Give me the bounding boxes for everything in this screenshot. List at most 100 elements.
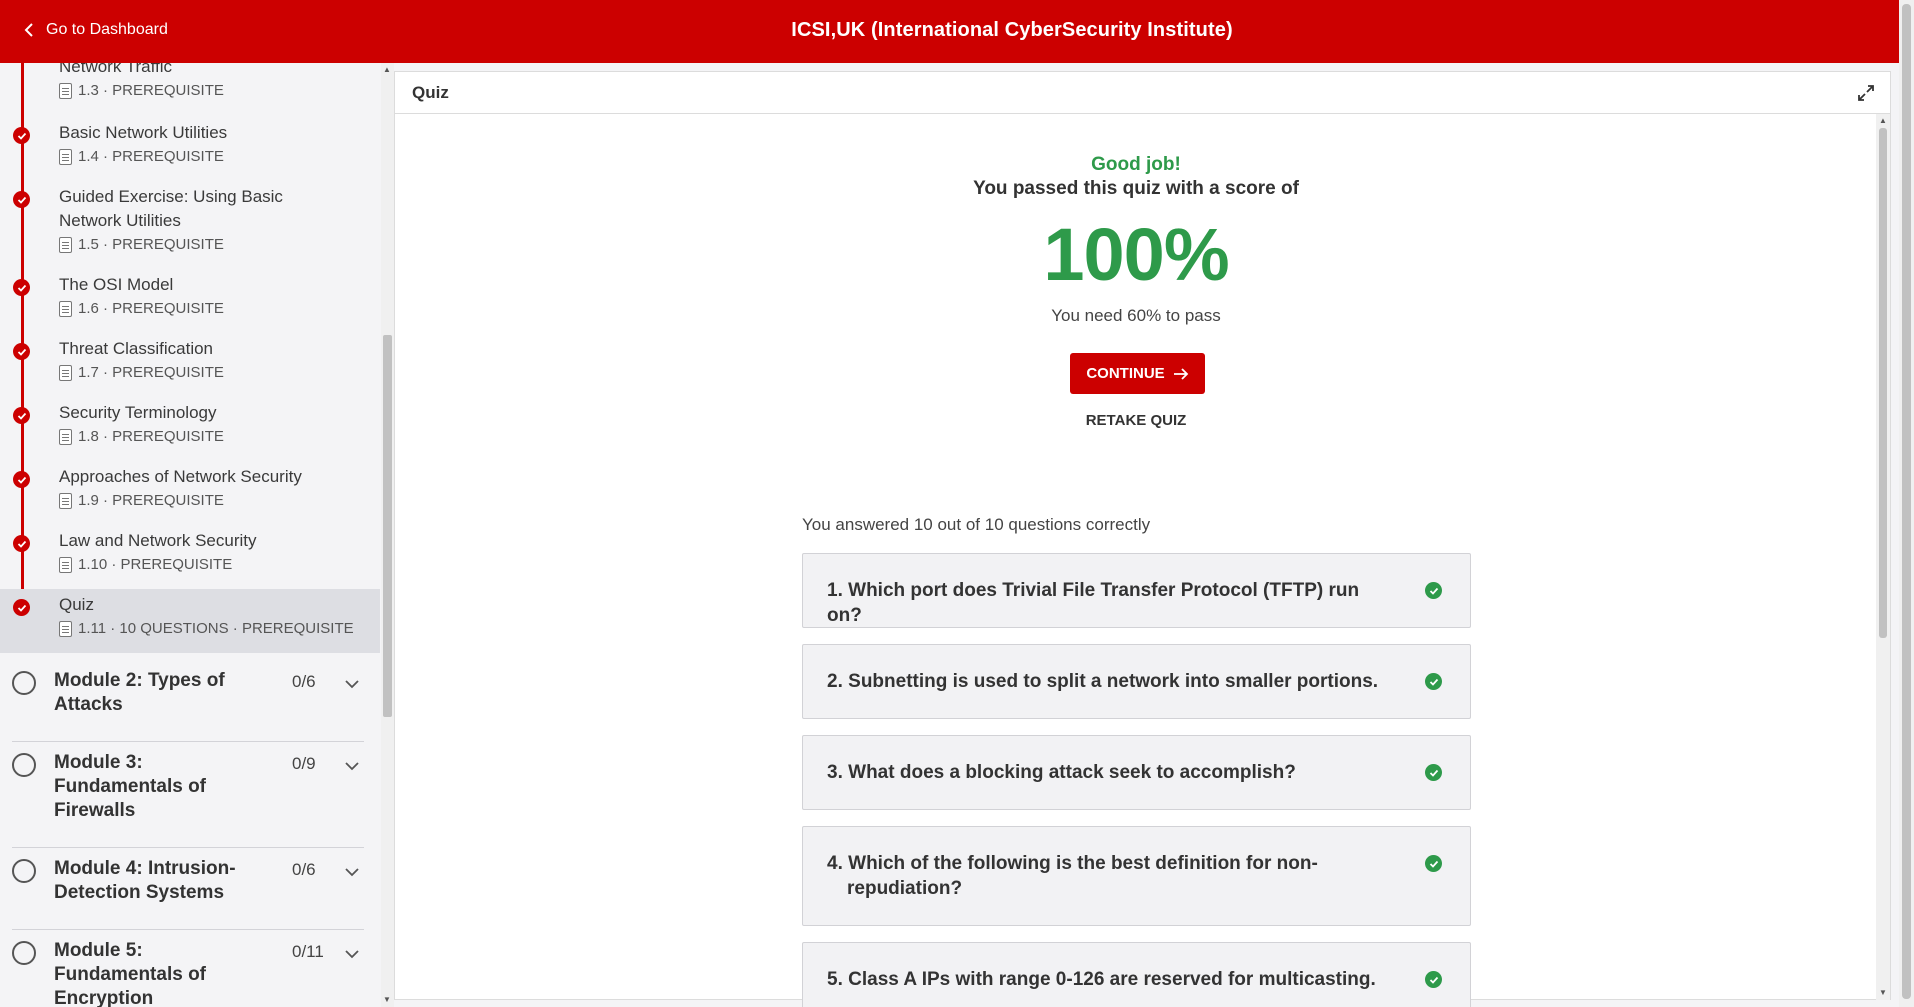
chevron-down-icon[interactable] (345, 679, 359, 689)
correct-check-icon (1425, 855, 1442, 872)
completed-check-icon (13, 191, 30, 208)
question-label: Class A IPs with range 0-126 are reserve… (848, 969, 1376, 990)
question-number: 3. (827, 762, 843, 783)
arrow-right-icon (1173, 367, 1188, 380)
document-icon (59, 428, 72, 445)
module-title: Module 5: Fundamentals of Encryption (54, 940, 207, 1007)
lesson-title: The OSI Model (59, 275, 174, 294)
passed-text: You passed this quiz with a score of (973, 178, 1299, 199)
lesson-item[interactable]: Threat Classification 1.7 · PREREQUISITE (0, 337, 380, 397)
document-icon (59, 492, 72, 509)
question-text: 5. Class A IPs with range 0-126 are rese… (827, 967, 1387, 992)
module-item[interactable]: Module 3: Fundamentals of Firewalls 0/9 (0, 749, 364, 833)
question-label: Which port does Trivial File Transfer Pr… (827, 580, 1360, 626)
lesson-item-quiz-active[interactable]: Quiz 1.11 · 10 QUESTIONS · PREREQUISITE (0, 589, 380, 653)
lesson-meta-text: 1.4 · PREREQUISITE (78, 148, 224, 165)
question-card[interactable]: 1. Which port does Trivial File Transfer… (802, 553, 1471, 628)
good-job-text: Good job! (1091, 154, 1181, 175)
module-item[interactable]: Module 5: Fundamentals of Encryption 0/1… (0, 937, 364, 1007)
panel-title: Quiz (412, 83, 449, 102)
module-progress-count: 0/11 (292, 942, 324, 961)
question-number: 5. (827, 969, 843, 990)
continue-button[interactable]: CONTINUE (1070, 353, 1205, 394)
lesson-meta: 1.3 · PREREQUISITE (59, 82, 224, 99)
document-icon (59, 364, 72, 381)
lesson-item[interactable]: Guided Exercise: Using Basic Network Uti… (0, 185, 380, 269)
correct-check-icon (1425, 764, 1442, 781)
sidebar-scrollbar[interactable]: ▲ ▼ (381, 63, 394, 1007)
document-icon (59, 556, 72, 573)
chevron-down-icon[interactable] (345, 867, 359, 877)
document-icon (59, 300, 72, 317)
question-text: 4. Which of the following is the best de… (827, 851, 1387, 901)
incomplete-circle-icon (12, 671, 36, 695)
scroll-up-arrow-icon[interactable]: ▲ (383, 65, 391, 74)
lesson-meta-text: 1.3 · PREREQUISITE (78, 82, 224, 99)
lesson-meta: 1.11 · 10 QUESTIONS · PREREQUISITE (59, 620, 354, 637)
quiz-panel: Quiz Good job! You passed this quiz with… (394, 71, 1891, 1007)
lesson-title: Network Traffic (59, 63, 173, 76)
lesson-item[interactable]: Basic Network Utilities 1.4 · PREREQUISI… (0, 121, 380, 181)
lesson-title: Quiz (59, 595, 94, 614)
divider (12, 929, 364, 930)
question-label: Subnetting is used to split a network in… (848, 671, 1379, 692)
question-number: 1. (827, 580, 843, 601)
module-item[interactable]: Module 2: Types of Attacks 0/6 (0, 667, 364, 727)
window-scrollbar[interactable] (1899, 0, 1914, 1007)
document-icon (59, 236, 72, 253)
lesson-meta: 1.10 · PREREQUISITE (59, 556, 232, 573)
document-icon (59, 82, 72, 99)
lesson-title: Security Terminology (59, 403, 217, 422)
incomplete-circle-icon (12, 859, 36, 883)
lesson-title: Guided Exercise: Using Basic Network Uti… (59, 187, 283, 230)
module-title: Module 2: Types of Attacks (54, 670, 225, 715)
completed-check-icon (13, 127, 30, 144)
question-label: Which of the following is the best defin… (847, 853, 1318, 899)
correct-check-icon (1425, 582, 1442, 599)
question-card[interactable]: 3. What does a blocking attack seek to a… (802, 735, 1471, 810)
lesson-meta: 1.8 · PREREQUISITE (59, 428, 224, 445)
completed-check-icon (13, 407, 30, 424)
lesson-meta-text: 1.9 · PREREQUISITE (78, 492, 224, 509)
question-text: 1. Which port does Trivial File Transfer… (827, 578, 1387, 628)
chevron-down-icon[interactable] (345, 949, 359, 959)
lesson-meta-text: 1.10 · PREREQUISITE (78, 556, 233, 573)
panel-header: Quiz (395, 72, 1890, 114)
question-card[interactable]: 5. Class A IPs with range 0-126 are rese… (802, 942, 1471, 1007)
lesson-meta-text: 1.8 · PREREQUISITE (78, 428, 224, 445)
scroll-down-arrow-icon[interactable]: ▼ (1879, 988, 1887, 997)
sidebar-scroll-thumb[interactable] (383, 335, 392, 717)
module-title: Module 3: Fundamentals of Firewalls (54, 752, 207, 821)
window-scroll-thumb[interactable] (1902, 4, 1911, 999)
module-title: Module 4: Intrusion-Detection Systems (54, 858, 236, 903)
divider (12, 741, 364, 742)
correct-check-icon (1425, 673, 1442, 690)
question-text: 3. What does a blocking attack seek to a… (827, 760, 1387, 785)
document-icon (59, 148, 72, 165)
question-number: 2. (827, 671, 843, 692)
completed-check-icon (13, 279, 30, 296)
incomplete-circle-icon (12, 753, 36, 777)
lesson-item[interactable]: Approaches of Network Security 1.9 · PRE… (0, 465, 380, 525)
top-bar: Go to Dashboard ICSI,UK (International C… (0, 0, 1899, 63)
scroll-up-arrow-icon[interactable]: ▲ (1879, 116, 1887, 125)
scroll-down-arrow-icon[interactable]: ▼ (383, 995, 391, 1004)
question-card[interactable]: 4. Which of the following is the best de… (802, 826, 1471, 926)
correct-check-icon (1425, 971, 1442, 988)
panel-scroll-thumb[interactable] (1879, 128, 1887, 638)
module-item[interactable]: Module 4: Intrusion-Detection Systems 0/… (0, 855, 364, 915)
lesson-item[interactable]: Security Terminology 1.8 · PREREQUISITE (0, 401, 380, 461)
lesson-item[interactable]: The OSI Model 1.6 · PREREQUISITE (0, 273, 380, 333)
lesson-meta: 1.7 · PREREQUISITE (59, 364, 224, 381)
lesson-item[interactable]: Network Traffic 1.3 · PREREQUISITE (0, 63, 380, 105)
app-title: ICSI,UK (International CyberSecurity Ins… (791, 19, 1233, 41)
expand-icon[interactable] (1857, 84, 1875, 102)
lesson-item[interactable]: Law and Network Security 1.10 · PREREQUI… (0, 529, 380, 589)
module-progress-count: 0/9 (292, 754, 316, 773)
retake-quiz-link[interactable]: RETAKE QUIZ (395, 412, 1877, 429)
divider (12, 847, 364, 848)
panel-scrollbar[interactable]: ▲ ▼ (1876, 114, 1890, 1000)
continue-label: CONTINUE (1086, 365, 1165, 382)
chevron-down-icon[interactable] (345, 761, 359, 771)
question-card[interactable]: 2. Subnetting is used to split a network… (802, 644, 1471, 719)
